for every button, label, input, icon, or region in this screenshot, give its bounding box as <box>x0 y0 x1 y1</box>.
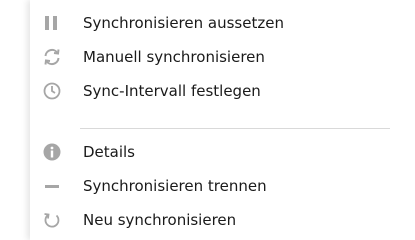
menu-item-set-sync-interval[interactable]: Sync-Intervall festlegen <box>30 76 415 106</box>
refresh-icon <box>42 210 62 230</box>
menu-item-details[interactable]: Details <box>30 137 415 167</box>
menu-separator <box>80 128 390 129</box>
info-icon <box>42 142 62 162</box>
menu-item-pause-sync[interactable]: Synchronisieren aussetzen <box>30 8 415 38</box>
menu-item-label: Sync-Intervall festlegen <box>83 82 261 100</box>
menu-item-label: Manuell synchronisieren <box>83 48 265 66</box>
clock-icon <box>42 81 62 101</box>
menu-item-label: Synchronisieren trennen <box>83 177 267 195</box>
sync-icon <box>42 47 62 67</box>
context-menu: Synchronisieren aussetzen Manuell synchr… <box>30 0 415 240</box>
menu-item-label: Synchronisieren aussetzen <box>83 14 284 32</box>
pause-icon <box>42 13 62 33</box>
menu-item-label: Neu synchronisieren <box>83 211 237 229</box>
menu-item-resync[interactable]: Neu synchronisieren <box>30 205 415 235</box>
menu-item-disconnect-sync[interactable]: Synchronisieren trennen <box>30 171 415 201</box>
menu-item-manual-sync[interactable]: Manuell synchronisieren <box>30 42 415 72</box>
minus-icon <box>42 176 62 196</box>
menu-item-label: Details <box>83 143 136 161</box>
